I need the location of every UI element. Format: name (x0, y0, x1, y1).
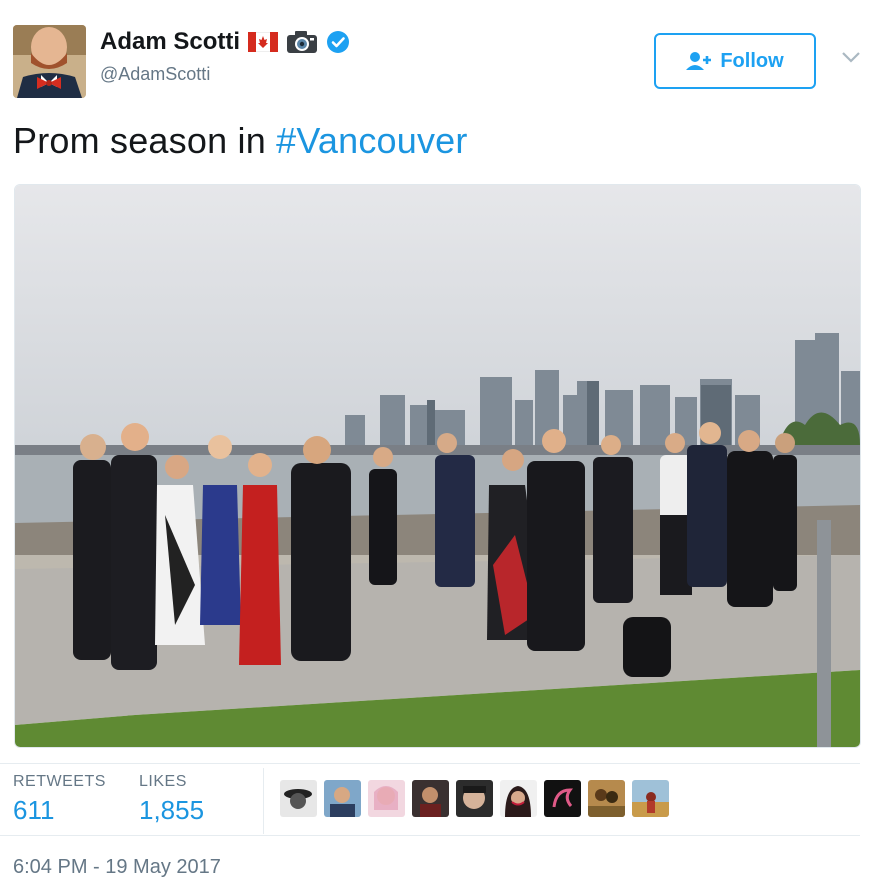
name-row: Adam Scotti (100, 28, 350, 56)
display-name[interactable]: Adam Scotti (100, 28, 240, 56)
retweets-count: 611 (13, 795, 55, 825)
tweet-card: Adam Scotti @AdamScotti Follow Prom seas… (0, 0, 870, 883)
retweets-label: RETWEETS (13, 773, 106, 790)
tweet-timestamp[interactable]: 6:04 PM - 19 May 2017 (13, 856, 221, 879)
user-handle[interactable]: @AdamScotti (100, 64, 210, 85)
liker-avatar[interactable] (324, 780, 361, 817)
hashtag-link[interactable]: #Vancouver (276, 120, 467, 161)
likes-label: LIKES (139, 773, 187, 790)
chevron-down-icon[interactable] (840, 50, 862, 64)
liker-avatar[interactable] (368, 780, 405, 817)
follow-label: Follow (720, 49, 784, 72)
likes-count: 1,855 (139, 795, 205, 825)
canada-flag-icon (247, 31, 279, 53)
tweet-body: Prom season in (13, 120, 277, 161)
divider (0, 835, 860, 836)
retweets-stat[interactable]: RETWEETS 611 (13, 773, 106, 826)
liker-avatars (280, 780, 669, 817)
camera-icon (286, 30, 318, 54)
tweet-text: Prom season in #Vancouver (13, 120, 468, 162)
tweet-photo[interactable] (14, 184, 861, 748)
photo-image (15, 185, 860, 747)
liker-avatar[interactable] (412, 780, 449, 817)
liker-avatar[interactable] (588, 780, 625, 817)
liker-avatar[interactable] (632, 780, 669, 817)
verified-icon (326, 30, 350, 54)
divider (0, 763, 860, 764)
liker-avatar[interactable] (456, 780, 493, 817)
stat-separator (263, 768, 264, 834)
liker-avatar[interactable] (280, 780, 317, 817)
likes-stat[interactable]: LIKES 1,855 (139, 773, 204, 826)
liker-avatar[interactable] (500, 780, 537, 817)
follow-button[interactable]: Follow (654, 33, 816, 89)
avatar-image (13, 25, 86, 98)
add-user-icon (686, 51, 712, 71)
avatar[interactable] (13, 25, 86, 98)
liker-avatar[interactable] (544, 780, 581, 817)
